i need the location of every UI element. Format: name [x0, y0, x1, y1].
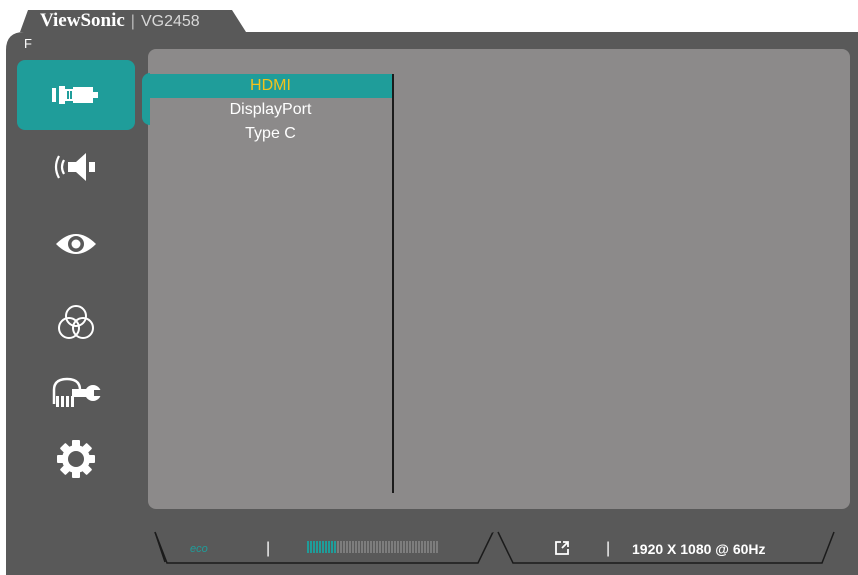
level-segment [319, 541, 321, 553]
sidebar-item-manual-image-adjust[interactable] [17, 358, 135, 428]
level-segment [313, 541, 315, 553]
sidebar-item-input-select[interactable] [17, 60, 135, 130]
level-segment [409, 541, 411, 553]
input-select-submenu: HDMI DisplayPort Type C [148, 74, 393, 146]
level-segment [415, 541, 417, 553]
sidebar-item-audio[interactable] [17, 132, 135, 202]
level-segment [427, 541, 429, 553]
rgb-circles-icon [54, 303, 98, 343]
model-name: VG2458 [140, 13, 200, 30]
level-segment [436, 541, 438, 553]
submenu-item-hdmi[interactable]: HDMI [148, 74, 393, 98]
level-segment [343, 541, 345, 553]
resolution-readout: 1920 X 1080 @ 60Hz [632, 541, 766, 557]
level-segment [376, 541, 378, 553]
level-segment [340, 541, 342, 553]
level-segment [334, 541, 336, 553]
level-segment [394, 541, 396, 553]
level-segment [316, 541, 318, 553]
level-segment [322, 541, 324, 553]
brand-header: ViewSonic | VG2458 [40, 10, 200, 34]
level-segment [349, 541, 351, 553]
sidebar-item-color-adjust[interactable] [17, 288, 135, 358]
level-segment [337, 541, 339, 553]
level-segment [433, 541, 435, 553]
eco-mode-indicator: eco [190, 543, 208, 555]
brand-separator: | [130, 13, 135, 30]
level-segment [385, 541, 387, 553]
level-segment [406, 541, 408, 553]
level-meter [307, 541, 438, 553]
level-segment [430, 541, 432, 553]
level-segment [391, 541, 393, 553]
level-segment [325, 541, 327, 553]
level-segment [355, 541, 357, 553]
level-segment [346, 541, 348, 553]
level-segment [328, 541, 330, 553]
sidebar-item-viewmode[interactable] [17, 209, 135, 279]
status-separator-2: | [606, 540, 611, 557]
level-segment [388, 541, 390, 553]
level-segment [397, 541, 399, 553]
level-segment [367, 541, 369, 553]
input-plug-icon [52, 83, 100, 107]
level-segment [361, 541, 363, 553]
function-key-label: F [24, 36, 32, 51]
level-segment [418, 541, 420, 553]
status-separator: | [266, 540, 271, 557]
level-segment [412, 541, 414, 553]
column-divider [392, 74, 394, 493]
level-segment [352, 541, 354, 553]
brand-name: ViewSonic [40, 10, 125, 31]
level-segment [358, 541, 360, 553]
level-segment [307, 541, 309, 553]
level-segment [331, 541, 333, 553]
level-segment [421, 541, 423, 553]
level-segment [424, 541, 426, 553]
level-segment [403, 541, 405, 553]
level-segment [382, 541, 384, 553]
level-segment [379, 541, 381, 553]
speaker-icon [51, 150, 101, 184]
submenu-item-displayport[interactable]: DisplayPort [148, 98, 393, 122]
submenu-item-type-c[interactable]: Type C [148, 122, 393, 146]
external-link-icon [552, 538, 572, 563]
level-segment [310, 541, 312, 553]
eye-icon [54, 230, 98, 258]
level-segment [370, 541, 372, 553]
gear-icon [56, 439, 96, 479]
level-segment [400, 541, 402, 553]
sidebar-item-setup[interactable] [17, 424, 135, 494]
level-segment [364, 541, 366, 553]
level-segment [373, 541, 375, 553]
hand-wrench-icon [50, 376, 102, 410]
